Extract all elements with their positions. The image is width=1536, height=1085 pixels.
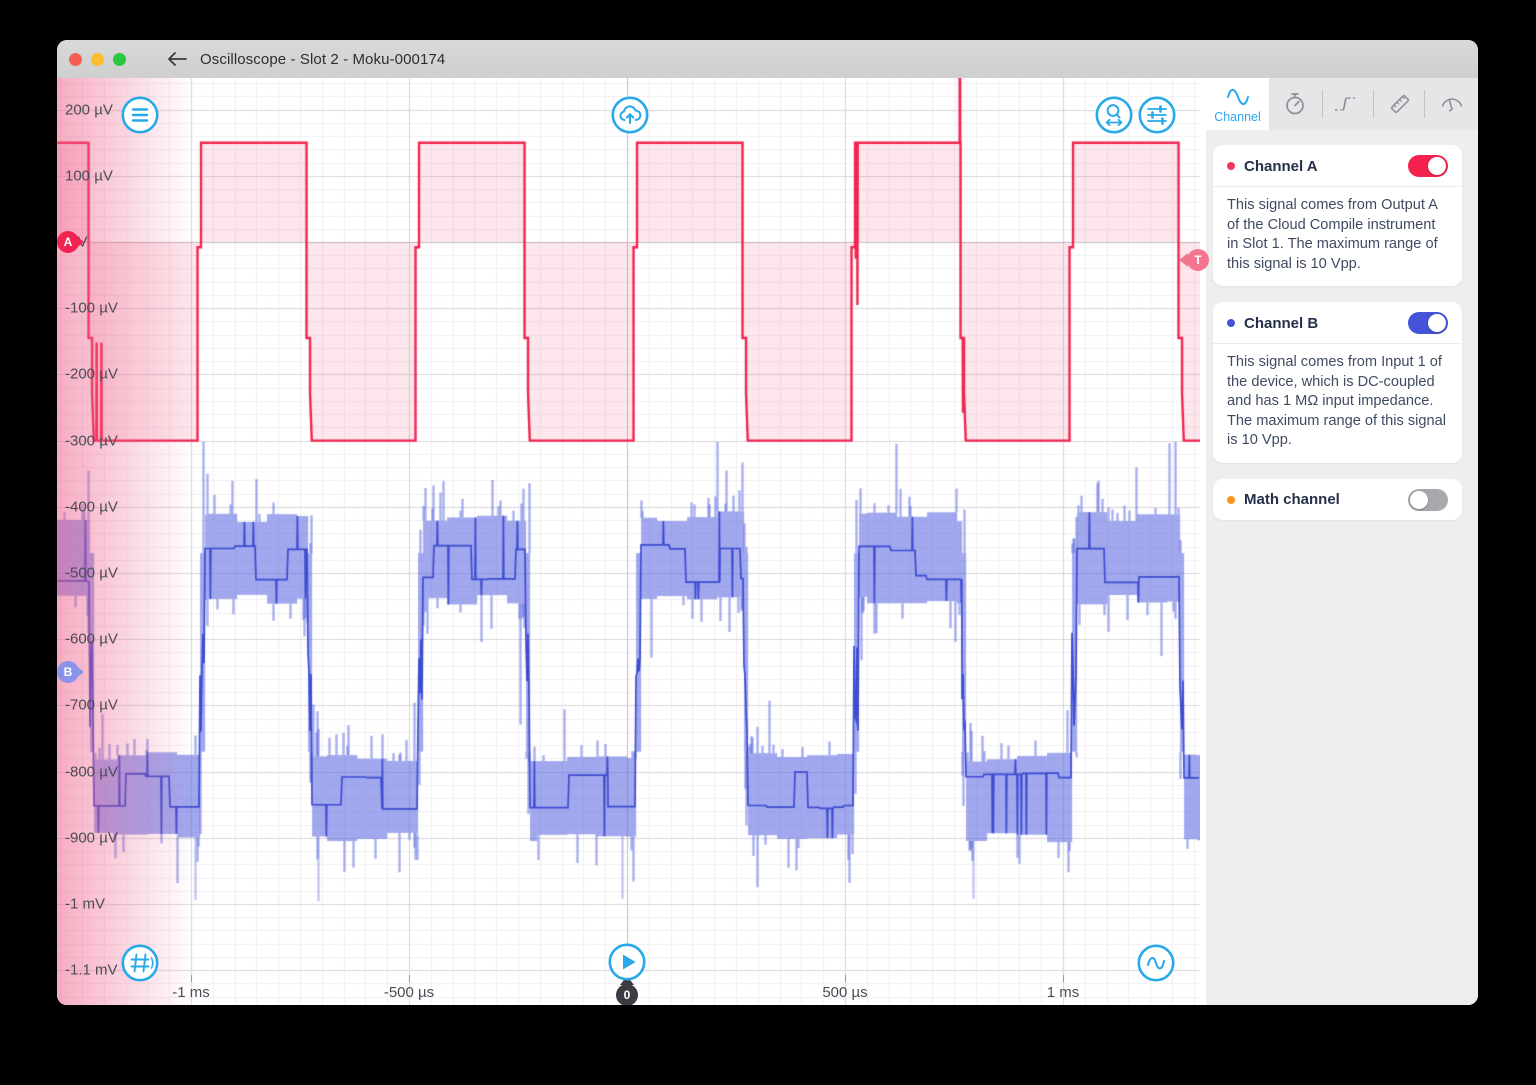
back-arrow-icon: [166, 50, 188, 68]
marker-label: 0: [616, 984, 638, 1005]
channel-sine-icon: [1225, 85, 1251, 109]
channel-a-level-marker[interactable]: A: [57, 231, 79, 253]
zoom-magnifier-icon: [1095, 96, 1133, 134]
x-tick-mark: [409, 975, 410, 982]
math-channel-color-dot: [1227, 496, 1235, 504]
tab-channel-label: Channel: [1214, 110, 1261, 124]
tab-separator: [1424, 90, 1425, 118]
sliders-icon: [1138, 96, 1176, 134]
marker-label: A: [57, 231, 79, 253]
toggle-knob: [1428, 314, 1446, 332]
window-title: Oscilloscope - Slot 2 - Moku-000174: [200, 51, 445, 68]
channel-a-header: Channel A: [1213, 145, 1462, 186]
tab-channel[interactable]: Channel: [1206, 78, 1269, 130]
sine-wave-icon: [1137, 944, 1175, 982]
y-tick-label: -300 µV: [65, 432, 118, 449]
cloud-upload-icon: [611, 96, 649, 134]
x-tick-label: -1 ms: [172, 984, 210, 1001]
y-tick-label: -1 mV: [65, 896, 105, 913]
scope-plot-area: 200 µV100 µV0 V-100 µV-200 µV-300 µV-400…: [57, 78, 1200, 1005]
channel-panel: Channel A This signal comes from Output …: [1206, 130, 1478, 1005]
x-tick-label: 1 ms: [1047, 984, 1080, 1001]
app-window: Oscilloscope - Slot 2 - Moku-000174 200 …: [57, 40, 1478, 1005]
channel-b-header: Channel B: [1213, 302, 1462, 343]
tab-separator: [1373, 90, 1374, 118]
y-tick-label: -1.1 mV: [65, 962, 118, 979]
channel-b-color-dot: [1227, 319, 1235, 327]
math-channel-header: Math channel: [1213, 479, 1462, 520]
channel-a-color-dot: [1227, 162, 1235, 170]
toggle-knob: [1410, 491, 1428, 509]
y-tick-label: -700 µV: [65, 697, 118, 714]
channel-b-card: Channel B This signal comes from Input 1…: [1213, 302, 1462, 463]
y-tick-label: 200 µV: [65, 101, 113, 118]
y-tick-label: -600 µV: [65, 631, 118, 648]
marker-label: B: [57, 661, 79, 683]
x-tick-mark: [191, 975, 192, 982]
tab-probe[interactable]: [1426, 78, 1478, 130]
y-tick-label: -800 µV: [65, 763, 118, 780]
tab-trigger[interactable]: [1321, 78, 1373, 130]
back-button[interactable]: [164, 46, 190, 72]
trigger-step-icon: [1333, 91, 1361, 117]
channel-b-level-marker[interactable]: B: [57, 661, 79, 683]
math-channel-label: Math channel: [1244, 491, 1408, 508]
channel-a-label: Channel A: [1244, 158, 1408, 175]
source-waveform-button[interactable]: [1137, 944, 1175, 982]
grid-settings-button[interactable]: [121, 944, 159, 982]
y-tick-label: -500 µV: [65, 565, 118, 582]
x-tick-label: -500 µs: [384, 984, 434, 1001]
sidebar: Channel: [1206, 78, 1478, 1005]
zoom-window-button[interactable]: [113, 53, 126, 66]
tab-measure[interactable]: [1374, 78, 1426, 130]
channel-a-description: This signal comes from Output A of the C…: [1213, 187, 1462, 286]
x-tick-label: 500 µs: [822, 984, 867, 1001]
trigger-time-marker[interactable]: 0: [616, 984, 638, 1005]
x-tick-mark: [845, 975, 846, 982]
cloud-upload-button[interactable]: [611, 96, 649, 134]
title-bar: Oscilloscope - Slot 2 - Moku-000174: [57, 40, 1478, 79]
channel-b-label: Channel B: [1244, 315, 1408, 332]
tab-acquisition[interactable]: [1269, 78, 1321, 130]
scope-plot-canvas[interactable]: [57, 78, 1200, 1005]
y-tick-label: -200 µV: [65, 366, 118, 383]
run-acquisition-button[interactable]: [608, 943, 646, 981]
main-menu-button[interactable]: [121, 96, 159, 134]
channel-a-toggle[interactable]: [1408, 155, 1448, 177]
grid-icon: [121, 944, 159, 982]
math-channel-toggle[interactable]: [1408, 489, 1448, 511]
y-tick-label: -100 µV: [65, 300, 118, 317]
y-tick-label: -400 µV: [65, 498, 118, 515]
channel-b-toggle[interactable]: [1408, 312, 1448, 334]
display-settings-button[interactable]: [1138, 96, 1176, 134]
marker-label: T: [1187, 249, 1209, 271]
channel-a-card: Channel A This signal comes from Output …: [1213, 145, 1462, 286]
play-icon: [608, 943, 646, 981]
hamburger-menu-icon: [121, 96, 159, 134]
minimize-window-button[interactable]: [91, 53, 104, 66]
channel-b-description: This signal comes from Input 1 of the de…: [1213, 344, 1462, 463]
horizontal-zoom-button[interactable]: [1095, 96, 1133, 134]
y-tick-label: 100 µV: [65, 167, 113, 184]
y-tick-label: -900 µV: [65, 829, 118, 846]
x-tick-mark: [1063, 975, 1064, 982]
tab-separator: [1322, 90, 1323, 118]
toggle-knob: [1428, 157, 1446, 175]
ruler-icon: [1387, 91, 1413, 117]
gauge-icon: [1438, 91, 1466, 117]
sidebar-tab-strip: Channel: [1206, 78, 1478, 130]
trigger-level-marker[interactable]: T: [1187, 249, 1209, 271]
math-channel-card: Math channel: [1213, 479, 1462, 520]
stopwatch-icon: [1282, 91, 1308, 117]
close-window-button[interactable]: [69, 53, 82, 66]
